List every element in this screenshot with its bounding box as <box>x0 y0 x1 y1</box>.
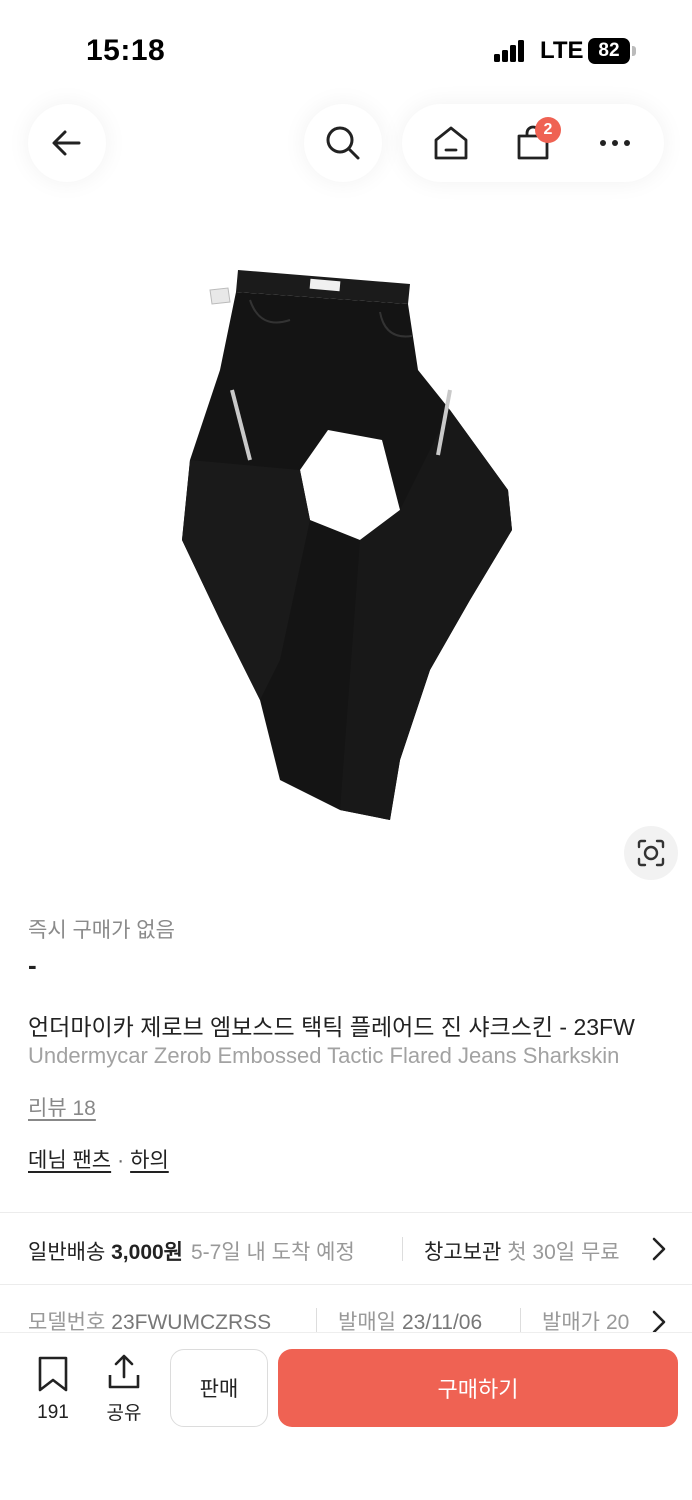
jeans-illustration <box>182 270 512 820</box>
chevron-right-icon <box>652 1237 666 1261</box>
share-icon <box>108 1354 140 1389</box>
divider <box>0 1284 692 1285</box>
shipping-row[interactable]: 일반배송 3,000원 5-7일 내 도착 예정 창고보관 첫 30일 무료 <box>0 1213 692 1283</box>
search-icon <box>326 126 360 160</box>
category-separator: · <box>117 1149 125 1172</box>
model-label: 모델번호 <box>28 1311 106 1334</box>
shipping-info: 일반배송 3,000원 5-7일 내 도착 예정 <box>28 1236 355 1266</box>
cart-button[interactable]: 2 <box>503 113 563 173</box>
release-label: 발매일 <box>338 1311 396 1334</box>
arrow-left-icon <box>52 130 81 156</box>
vertical-separator <box>402 1237 403 1261</box>
product-title-en: Undermycar Zerob Embossed Tactic Flared … <box>28 1043 620 1068</box>
more-button[interactable] <box>585 113 645 173</box>
status-bar: 15:18 LTE 82 <box>0 0 692 100</box>
header-nav-group: 2 <box>402 104 664 182</box>
price-value: - <box>28 950 37 980</box>
vertical-separator <box>316 1308 317 1332</box>
more-icon <box>600 140 630 146</box>
bookmark-count: 191 <box>37 1402 69 1423</box>
category-link-bottoms[interactable]: 하의 <box>130 1149 169 1172</box>
bookmark-icon <box>38 1356 68 1392</box>
image-search-button[interactable] <box>624 826 678 880</box>
home-button[interactable] <box>421 113 481 173</box>
battery-icon: 82 <box>588 38 630 64</box>
sell-button[interactable]: 판매 <box>170 1349 268 1427</box>
storage-desc: 첫 30일 무료 <box>507 1241 620 1264</box>
buy-button[interactable]: 구매하기 <box>278 1349 678 1427</box>
signal-icon <box>494 40 526 62</box>
review-link[interactable]: 리뷰 18 <box>28 1092 96 1122</box>
category-breadcrumb: 데님 팬츠 · 하의 <box>28 1144 169 1174</box>
retail-value: 20 <box>605 1311 630 1334</box>
category-link-denim[interactable]: 데님 팬츠 <box>28 1149 111 1172</box>
model-value: 23FWUMCZRSS <box>111 1311 272 1334</box>
shipping-label: 일반배송 <box>28 1241 106 1264</box>
vertical-separator <box>520 1308 521 1332</box>
storage-info: 창고보관 첫 30일 무료 <box>424 1236 620 1266</box>
retail-label: 발매가 <box>542 1311 600 1334</box>
battery-nub <box>632 46 636 56</box>
back-button[interactable] <box>28 104 106 182</box>
shipping-eta: 5-7일 내 도착 예정 <box>191 1241 355 1264</box>
storage-label: 창고보관 <box>424 1241 502 1264</box>
product-title-ko: 언더마이카 제로브 엠보스드 택틱 플레어드 진 샤크스킨 - 23FW <box>28 1014 635 1040</box>
network-label: LTE <box>540 37 584 64</box>
shipping-fee: 3,000원 <box>111 1241 183 1264</box>
bookmark-button[interactable]: 191 <box>30 1355 76 1424</box>
release-value: 23/11/06 <box>401 1311 483 1334</box>
share-button[interactable]: 공유 <box>102 1353 146 1425</box>
product-image[interactable] <box>150 240 550 840</box>
search-button[interactable] <box>304 104 382 182</box>
bottom-action-bar: 191 공유 판매 구매하기 <box>0 1332 692 1500</box>
cart-count-badge: 2 <box>535 117 561 143</box>
share-label: 공유 <box>106 1403 142 1424</box>
status-time: 15:18 <box>86 34 166 67</box>
camera-lens-icon <box>637 839 665 867</box>
instant-price-label: 즉시 구매가 없음 <box>28 919 175 942</box>
home-icon <box>434 126 468 160</box>
